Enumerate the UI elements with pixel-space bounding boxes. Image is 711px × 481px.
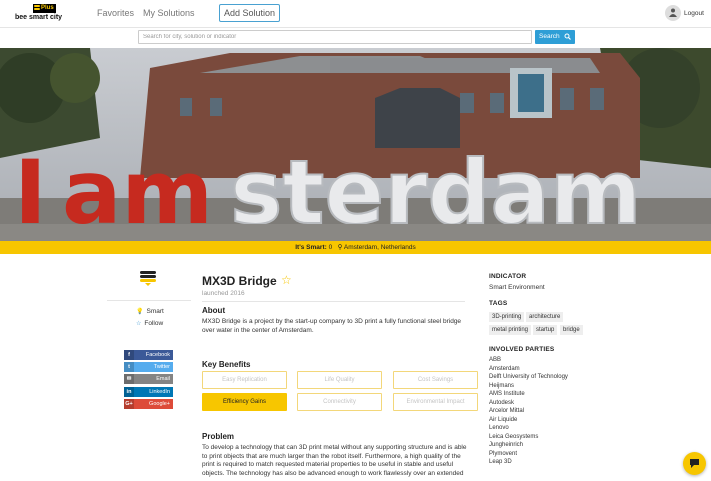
share-email-label: Email (156, 376, 170, 382)
email-icon: ✉ (124, 374, 134, 384)
location-pin-icon: ⚲ (337, 244, 343, 251)
problem-text: To develop a technology that can 3D prin… (202, 444, 467, 477)
star-outline-icon: ☆ (136, 321, 142, 327)
follow-label: Follow (144, 320, 164, 327)
benefit-life-quality: Life Quality (297, 371, 382, 389)
bee-logo-icon (34, 5, 40, 12)
its-smart-count: 0 (328, 244, 333, 251)
benefit-efficiency-gains: Efficiency Gains (202, 393, 287, 411)
user-avatar-icon[interactable] (665, 5, 681, 21)
twitter-icon: t (124, 362, 134, 372)
tags-heading: TAGS (489, 300, 508, 307)
share-linkedin-button[interactable]: in LinkedIn (124, 387, 173, 397)
its-smart-label: It's Smart: (295, 244, 327, 251)
chat-bubble-icon (690, 459, 699, 468)
tag-3d-printing[interactable]: 3D-printing (489, 312, 525, 322)
share-facebook-label: Facebook (145, 352, 170, 358)
search-input[interactable] (138, 30, 532, 44)
benefit-environmental-impact: Environmental Impact (393, 393, 478, 411)
party-item[interactable]: Autodesk (489, 400, 514, 406)
party-item[interactable]: Air Liquide (489, 417, 517, 423)
tag-bridge[interactable]: bridge (560, 325, 583, 335)
party-item[interactable]: Leica Geosystems (489, 434, 538, 440)
solution-title: MX3D Bridge (202, 274, 277, 288)
top-navbar: Plus bee smart city Favorites My Solutio… (0, 0, 711, 28)
nav-favorites-link[interactable]: Favorites (97, 8, 134, 18)
share-googleplus-label: Google+ (149, 401, 170, 407)
party-item[interactable]: Leap 3D (489, 459, 512, 465)
benefit-easy-replication: Easy Replication (202, 371, 287, 389)
party-item[interactable]: Plymovent (489, 451, 517, 457)
benefit-connectivity: Connectivity (297, 393, 382, 411)
bulb-icon: 💡 (136, 309, 144, 315)
party-item[interactable]: Jungheinrich (489, 442, 523, 448)
bee-smart-city-logo[interactable]: Plus bee smart city (15, 4, 63, 24)
party-item[interactable]: Delft University of Technology (489, 374, 568, 380)
about-text: MX3D Bridge is a project by the start-up… (202, 318, 462, 334)
problem-heading: Problem (202, 432, 235, 441)
logout-link[interactable]: Logout (684, 10, 704, 17)
tag-metal-printing[interactable]: metal printing (489, 325, 532, 335)
share-email-button[interactable]: ✉ Email (124, 374, 173, 384)
party-item[interactable]: Amsterdam (489, 366, 520, 372)
linkedin-icon: in (124, 387, 134, 397)
share-linkedin-label: LinkedIn (149, 389, 170, 395)
solution-info-bar: It's Smart: 0 ⚲ Amsterdam, Netherlands (0, 241, 711, 254)
hero-image: I am sterdam (0, 48, 711, 241)
share-twitter-label: Twitter (153, 364, 170, 370)
divider (107, 300, 191, 301)
party-item[interactable]: ABB (489, 357, 501, 363)
party-item[interactable]: Heijmans (489, 383, 514, 389)
share-twitter-button[interactable]: t Twitter (124, 362, 173, 372)
search-button-label: Search (539, 33, 560, 40)
solution-location[interactable]: Amsterdam, Netherlands (344, 244, 416, 251)
search-bar: Search (0, 28, 711, 48)
indicator-heading: INDICATOR (489, 273, 527, 280)
involved-parties-heading: INVOLVED PARTIES (489, 346, 555, 353)
plus-badge-label: Plus (41, 5, 54, 11)
smart-label: Smart (146, 308, 164, 315)
share-facebook-button[interactable]: f Facebook (124, 350, 173, 360)
tag-startup[interactable]: startup (533, 325, 558, 335)
indicator-value[interactable]: Smart Environment (489, 284, 545, 291)
about-heading: About (202, 306, 226, 315)
key-benefits-heading: Key Benefits (202, 360, 251, 369)
plus-badge: Plus (33, 4, 56, 13)
share-googleplus-button[interactable]: G+ Google+ (124, 399, 173, 409)
favorite-star-icon[interactable]: ☆ (281, 273, 292, 287)
googleplus-icon: G+ (124, 399, 134, 409)
brand-name: bee smart city (15, 14, 63, 21)
party-item[interactable]: Lenovo (489, 425, 509, 431)
smart-button[interactable]: 💡 Smart (136, 308, 164, 315)
follow-button[interactable]: ☆ Follow (136, 320, 163, 327)
nav-my-solutions-link[interactable]: My Solutions (143, 8, 195, 18)
solution-logo (140, 271, 156, 288)
benefit-cost-savings: Cost Savings (393, 371, 478, 389)
party-item[interactable]: AMS Institute (489, 391, 525, 397)
search-button[interactable]: Search (535, 30, 575, 44)
divider (202, 301, 465, 302)
chat-widget-button[interactable] (683, 452, 706, 475)
add-solution-button[interactable]: Add Solution (219, 4, 280, 22)
launched-year: launched 2016 (202, 290, 245, 297)
search-icon (564, 33, 571, 40)
party-item[interactable]: Arcelor Mittal (489, 408, 524, 414)
tag-architecture[interactable]: architecture (526, 312, 564, 322)
facebook-icon: f (124, 350, 134, 360)
